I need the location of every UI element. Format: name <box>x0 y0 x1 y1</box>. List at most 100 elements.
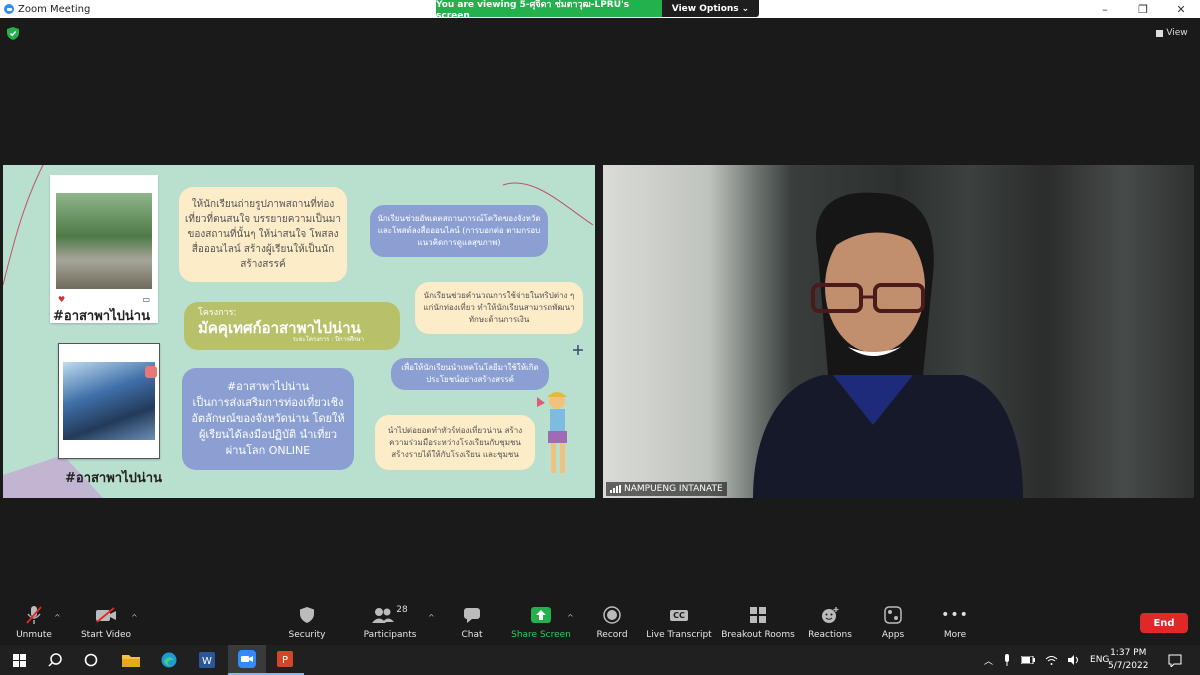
smiley-plus-icon <box>822 607 839 623</box>
audio-options-chevron-icon[interactable]: ^ <box>54 613 61 622</box>
svg-text:W: W <box>202 656 212 667</box>
tray-overflow-chevron-icon[interactable]: ︿ <box>984 654 993 667</box>
closed-caption-icon: CC <box>670 609 688 621</box>
participant-video-tile[interactable]: NAMPUENG INTANATE <box>603 165 1194 498</box>
folder-icon <box>122 655 140 667</box>
project-subtitle: ระยะโครงการ : ปีการศึกษา <box>292 335 364 343</box>
more-label: More <box>943 630 967 640</box>
windows-taskbar: W P ︿ ENG 1:37 PM 5/7/2022 <box>0 645 1200 675</box>
shared-screen[interactable]: ♥ ▭ #อาสาพาไปน่าน #อาสาพาไปน่าน ให้นักเร… <box>3 165 595 498</box>
reactions-label: Reactions <box>808 630 852 640</box>
live-transcript-button[interactable]: CC Live Transcript <box>646 600 712 645</box>
zoom-app-icon <box>238 650 256 668</box>
activity-card-4: #อาสาพาไปน่าน เป็นการส่งเสริมการท่องเที่… <box>182 368 354 470</box>
share-screen-label: Share Screen <box>511 630 571 640</box>
zoom-logo-icon <box>4 4 14 14</box>
chat-button[interactable]: Chat <box>452 600 492 645</box>
reactions-button[interactable]: Reactions <box>806 600 854 645</box>
activity-card-2: นักเรียนช่วยอัพเดตสถานการณ์โควิดของจังหว… <box>370 205 548 257</box>
taskbar-zoom[interactable] <box>228 645 266 675</box>
camera-off-icon <box>96 607 116 623</box>
card4-line-4: ผู้เรียนได้ลงมือปฏิบัติ นำเที่ยว <box>198 427 338 441</box>
action-center-button[interactable] <box>1156 645 1194 675</box>
close-button[interactable]: ✕ <box>1162 0 1200 18</box>
room-photo <box>63 362 155 440</box>
project-title-card: โครงการ: มัคคุเทศก์อาสาพาไปน่าน ระยะโครง… <box>184 302 400 350</box>
system-clock[interactable]: 1:37 PM 5/7/2022 <box>1108 645 1148 675</box>
breakout-rooms-grid-icon <box>750 607 766 623</box>
video-options-chevron-icon[interactable]: ^ <box>131 613 138 622</box>
record-button[interactable]: Record <box>592 600 632 645</box>
view-options-button[interactable]: View Options ⌄ <box>662 0 759 17</box>
participants-button[interactable]: 28 Participants <box>360 600 420 645</box>
card4-line-1: #อาสาพาไปน่าน <box>226 380 310 394</box>
clock-time: 1:37 PM <box>1110 648 1147 659</box>
taskbar-powerpoint[interactable]: P <box>266 645 304 675</box>
taskbar-search-button[interactable] <box>36 645 74 675</box>
task-view-button[interactable] <box>72 645 110 675</box>
participants-options-chevron-icon[interactable]: ^ <box>428 613 435 622</box>
breakout-rooms-button[interactable]: Breakout Rooms <box>721 600 795 645</box>
share-screen-arrow-icon <box>531 607 551 623</box>
activity-card-5: เพื่อให้นักเรียนนำเทคโนโลยีมาใช้ให้เกิดป… <box>391 358 549 390</box>
input-language[interactable]: ENG <box>1090 655 1109 665</box>
speaker-volume-icon[interactable] <box>1068 655 1080 665</box>
wifi-icon[interactable] <box>1045 655 1058 665</box>
hashtag-top: #อาสาพาไปน่าน <box>53 309 150 324</box>
participant-name-tag: NAMPUENG INTANATE <box>606 482 727 496</box>
taskbar-edge[interactable] <box>150 645 188 675</box>
windows-start-button[interactable] <box>0 645 38 675</box>
notification-icon <box>1168 654 1182 667</box>
activity-card-6: นำไปต่อยอดทำทัวร์ท่องเที่ยวน่าน สร้างควา… <box>375 415 535 470</box>
instagram-post-card-2 <box>58 343 160 459</box>
instagram-post-card: ♥ ▭ <box>50 175 158 323</box>
taskbar-file-explorer[interactable] <box>112 645 150 675</box>
tourist-girl-illustration <box>537 392 567 473</box>
participant-name: NAMPUENG INTANATE <box>624 484 723 494</box>
edge-browser-icon <box>161 652 177 668</box>
project-title: มัคคุเทศก์อาสาพาไปน่าน <box>198 318 361 337</box>
view-layout-button[interactable]: View <box>1152 24 1192 42</box>
battery-icon[interactable] <box>1021 656 1036 664</box>
taskbar-word[interactable]: W <box>188 645 226 675</box>
minimize-button[interactable]: – <box>1086 0 1124 18</box>
view-options-label: View Options <box>671 3 739 14</box>
more-button[interactable]: ••• More <box>936 600 974 645</box>
card4-line-2: เป็นการส่งเสริมการท่องเที่ยวเชิง <box>192 396 344 410</box>
start-video-button[interactable]: Start Video <box>78 600 134 645</box>
end-meeting-button[interactable]: End <box>1140 613 1188 633</box>
hashtag-bottom: #อาสาพาไปน่าน <box>65 471 162 486</box>
tray-microphone-icon[interactable] <box>1003 654 1011 666</box>
windows-logo-icon <box>12 653 26 667</box>
signal-strength-icon <box>610 485 621 493</box>
unmute-button[interactable]: Unmute <box>12 600 56 645</box>
like-badge-icon <box>145 366 157 378</box>
card4-line-5: ผ่านโลก ONLINE <box>225 443 311 457</box>
cortana-circle-icon <box>84 653 98 667</box>
record-icon <box>603 606 621 624</box>
road-photo <box>56 193 152 289</box>
meeting-toolbar: Unmute ^ Start Video ^ Security 28 Parti… <box>0 600 1200 645</box>
more-dots-icon: ••• <box>941 607 969 623</box>
card4-line-3: อัตลักษณ์ของจังหวัดน่าน โดยให้ <box>191 412 345 426</box>
security-button[interactable]: Security <box>284 600 330 645</box>
restore-button[interactable]: ❐ <box>1124 0 1162 18</box>
grid-view-icon <box>1156 29 1164 37</box>
start-video-label: Start Video <box>80 630 132 640</box>
security-label: Security <box>288 630 326 640</box>
powerpoint-icon: P <box>277 651 293 667</box>
participants-label: Participants <box>363 630 417 640</box>
share-screen-button[interactable]: Share Screen <box>510 600 572 645</box>
heart-icon: ♥ <box>58 295 66 304</box>
viewing-screen-message: You are viewing 5-ศุจิดา ช่มตาวุฒ-LPRU's… <box>436 0 662 21</box>
apps-button[interactable]: Apps <box>874 600 912 645</box>
activity-card-3: นักเรียนช่วยคำนวณการใช้จ่ายในทริปต่าง ๆ … <box>415 282 583 334</box>
encryption-shield-icon[interactable] <box>7 27 19 40</box>
clock-date: 5/7/2022 <box>1108 661 1149 671</box>
live-transcript-label: Live Transcript <box>646 630 712 640</box>
share-options-chevron-icon[interactable]: ^ <box>567 613 574 622</box>
chevron-down-icon: ⌄ <box>741 3 750 14</box>
bookmark-icon: ▭ <box>142 295 150 304</box>
security-shield-icon <box>300 607 314 623</box>
chat-bubble-icon <box>464 608 480 623</box>
